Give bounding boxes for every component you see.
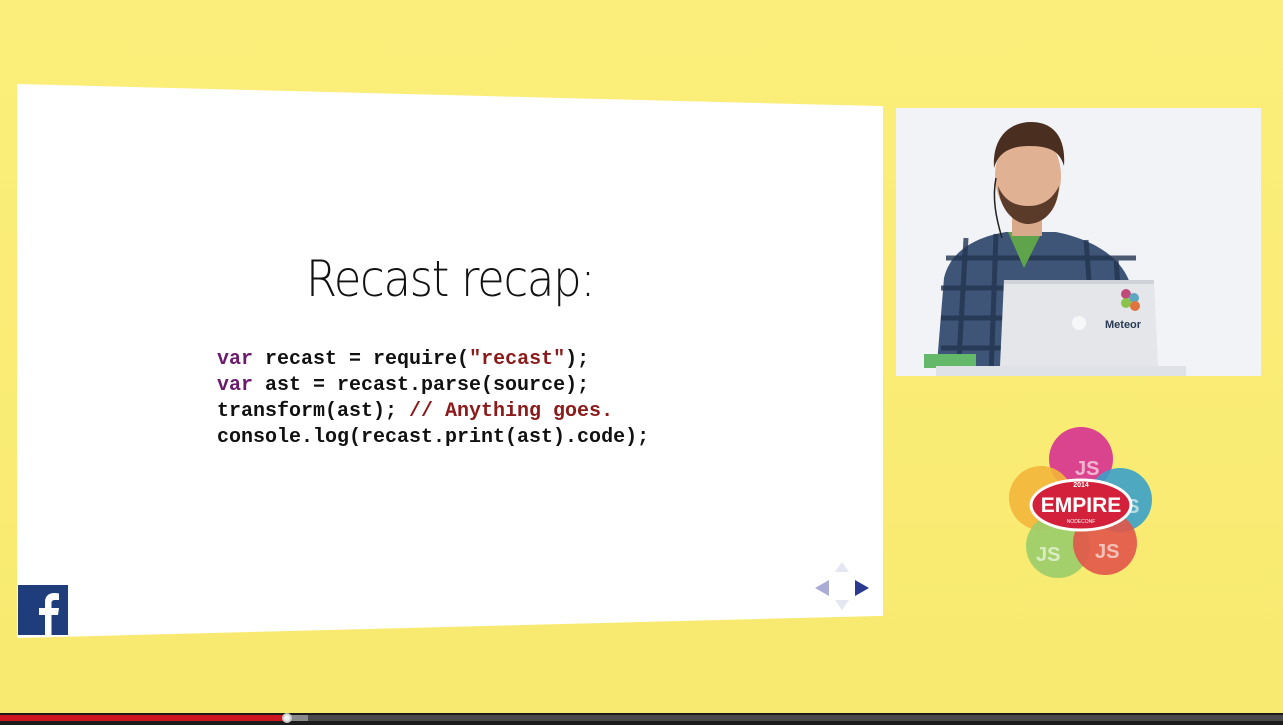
progress-bar[interactable]: [0, 713, 1283, 723]
code-line-2: var ast = recast.parse(source);: [217, 374, 590, 397]
nav-up-arrow-icon[interactable]: [835, 562, 849, 572]
slide-navigation: [813, 562, 871, 612]
facebook-icon: [18, 585, 68, 635]
laptop-sticker-label: Meteor: [1105, 319, 1142, 331]
video-frame[interactable]: Recast recap: var recast = require("reca…: [0, 0, 1283, 713]
logo-year: 2014: [1073, 482, 1089, 489]
presentation-slide: Recast recap: var recast = require("reca…: [17, 84, 883, 638]
js-label: JS: [1095, 541, 1119, 563]
nav-left-arrow-icon[interactable]: [815, 580, 829, 596]
video-player-controls: [0, 713, 1283, 725]
nav-right-arrow-icon[interactable]: [855, 580, 869, 596]
nav-down-arrow-icon[interactable]: [835, 600, 849, 610]
code-line-1: var recast = require("recast");: [217, 348, 590, 371]
progress-played: [0, 715, 288, 721]
progress-scrubber-handle[interactable]: [282, 713, 293, 723]
code-line-3: transform(ast); // Anything goes.: [217, 400, 614, 423]
logo-name: EMPIRE: [1041, 494, 1122, 517]
js-label: JS: [1075, 458, 1099, 480]
code-line-4: console.log(recast.print(ast).code);: [217, 426, 650, 449]
code-block: var recast = require("recast"); var ast =…: [217, 347, 649, 451]
empirejs-logo: JS JS JS JS 2014 EMPIRE NODECONF: [1003, 425, 1159, 580]
speaker-webcam: Meteor: [896, 108, 1261, 376]
slide-title: Recast recap:: [305, 250, 596, 308]
js-label: JS: [1036, 544, 1060, 566]
logo-tagline: NODECONF: [1067, 519, 1096, 525]
